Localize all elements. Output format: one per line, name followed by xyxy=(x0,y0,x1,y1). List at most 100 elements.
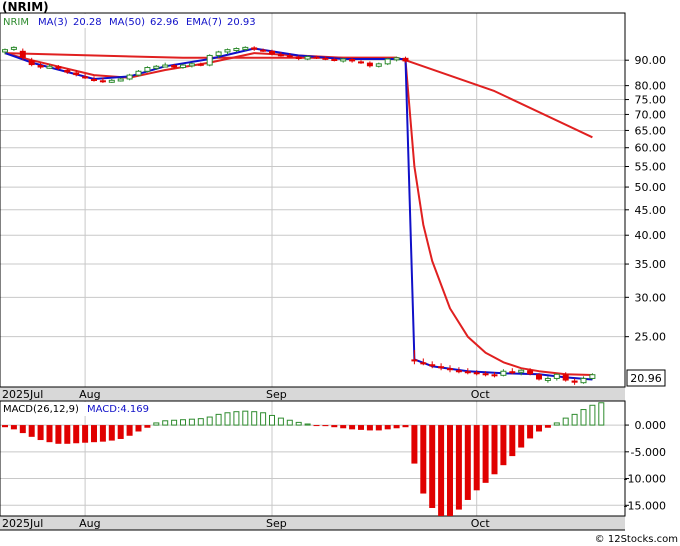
macd-bar xyxy=(46,425,53,443)
macd-bar xyxy=(562,417,569,426)
legend-ma50-label: MA(50) xyxy=(109,17,145,28)
legend-ma50-value: 62.96 xyxy=(150,17,179,28)
macd-tick-label: -5.000 xyxy=(631,446,666,459)
candle-body xyxy=(482,373,489,376)
price-tick-label: 60.00 xyxy=(635,142,667,155)
candle-body xyxy=(313,56,320,59)
macd-bar xyxy=(527,425,534,439)
candle-body xyxy=(571,380,578,383)
macd-tick-label: -10.000 xyxy=(624,473,666,486)
candle-body xyxy=(420,362,427,365)
macd-tick-label: -15.000 xyxy=(624,499,666,512)
macd-bar xyxy=(536,425,542,432)
macd-bar xyxy=(447,425,453,516)
candle-body xyxy=(553,373,560,379)
candle-body xyxy=(544,377,551,381)
legend-ema7-value: 20.93 xyxy=(227,17,256,28)
price-legend: NRIM MA(3) 20.28 MA(50) 62.96 EMA(7) 20.… xyxy=(1,14,259,28)
macd-bar xyxy=(269,414,275,426)
macd-bar xyxy=(402,425,409,428)
candle-body xyxy=(206,54,213,66)
macd-bar xyxy=(277,417,284,426)
macd-bar xyxy=(117,425,124,439)
macd-bar xyxy=(286,419,293,426)
candle-body xyxy=(438,366,445,369)
macd-bar xyxy=(135,425,142,432)
svg-text:MACD(26,12,9) MACD:4.169: MACD(26,12,9) MACD:4.169 xyxy=(3,404,149,415)
price-tick-label: 25.00 xyxy=(635,331,667,344)
candle-body xyxy=(10,46,17,50)
macd-bar xyxy=(438,425,445,516)
macd-bar xyxy=(171,419,178,426)
candle-body xyxy=(500,370,507,376)
macd-bar xyxy=(411,425,418,464)
candle-body xyxy=(108,79,115,83)
candle-body xyxy=(171,65,178,68)
candle-body xyxy=(322,57,329,60)
candle-body xyxy=(126,74,133,80)
candle-body xyxy=(64,70,71,73)
macd-bar xyxy=(242,410,249,426)
candle-body xyxy=(82,76,89,79)
date-label: 2025Jul xyxy=(2,388,43,401)
date-label: Oct xyxy=(471,388,491,401)
candle-body xyxy=(447,368,453,371)
macd-bar xyxy=(455,425,462,510)
candle-body xyxy=(491,374,498,377)
macd-bar xyxy=(73,425,80,444)
candle-body xyxy=(242,46,249,50)
macd-bar xyxy=(375,425,382,431)
macd-bar xyxy=(589,404,596,426)
candle-body xyxy=(580,377,587,384)
macd-bar xyxy=(233,411,240,426)
price-tick-label: 70.00 xyxy=(635,108,667,121)
candle-body xyxy=(215,51,222,56)
date-label: 2025Jul xyxy=(2,517,43,530)
candle-body xyxy=(366,62,373,67)
candle-body xyxy=(464,371,471,374)
macd-bar xyxy=(10,425,17,430)
candle-body xyxy=(536,374,542,380)
candle-body xyxy=(224,49,231,53)
candle-body xyxy=(55,66,62,69)
candle-body xyxy=(269,50,275,55)
date-label: Oct xyxy=(471,517,491,530)
macd-bar xyxy=(188,418,195,426)
macd-bar xyxy=(322,425,329,427)
macd-bar xyxy=(393,425,400,429)
candle-body xyxy=(135,70,142,76)
candle-body xyxy=(28,60,35,66)
macd-bar xyxy=(215,413,222,426)
macd-bar xyxy=(366,425,373,431)
last-price-label: 20.96 xyxy=(630,372,662,385)
price-tick-label: 45.00 xyxy=(635,204,667,217)
date-label: Aug xyxy=(79,388,100,401)
macd-bar xyxy=(384,425,391,430)
macd-bar xyxy=(37,425,44,441)
candle-body xyxy=(260,49,267,52)
macd-value-label: MACD:4.169 xyxy=(87,404,149,415)
candle-body xyxy=(197,63,204,66)
candle-body xyxy=(455,370,462,373)
candle-body xyxy=(429,364,436,367)
candle-body xyxy=(304,56,311,60)
candle-body xyxy=(144,67,151,72)
legend-ma3-value: 20.28 xyxy=(73,17,102,28)
watermark: © 12Stocks.com xyxy=(595,534,678,545)
macd-bar xyxy=(260,412,267,426)
price-tick-label: 65.00 xyxy=(635,124,667,137)
macd-bar xyxy=(500,425,507,466)
price-tick-label: 35.00 xyxy=(635,258,667,271)
macd-bar xyxy=(509,425,516,457)
macd-bar xyxy=(28,425,35,437)
legend-ticker: NRIM xyxy=(3,17,29,28)
candle-body xyxy=(349,59,356,62)
candle-body xyxy=(117,78,124,82)
candle-body xyxy=(46,65,53,69)
macd-bar xyxy=(55,425,62,444)
macd-bar xyxy=(153,422,160,426)
macd-bar xyxy=(544,425,551,428)
candle-body xyxy=(233,48,240,52)
candle-body xyxy=(473,372,480,375)
candle-body xyxy=(589,374,596,379)
